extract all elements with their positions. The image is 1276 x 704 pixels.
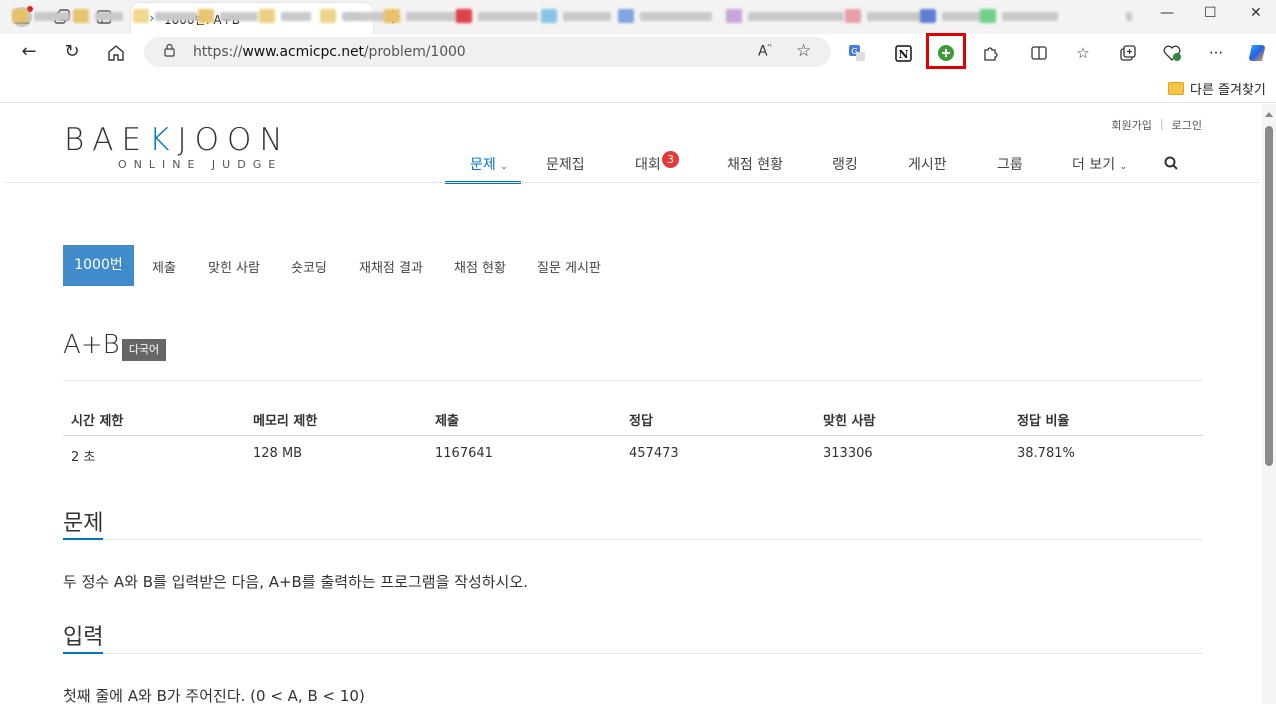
favorites-icon[interactable]: ☆: [1071, 41, 1095, 65]
bookmark-item[interactable]: [259, 9, 311, 23]
bookmark-item[interactable]: [920, 9, 982, 23]
bookmark-item[interactable]: [73, 9, 123, 23]
web-page: [5, 104, 1260, 704]
chevron-down-icon: ⌄: [1119, 162, 1128, 172]
section-accent: [63, 652, 103, 654]
page-scrollbar[interactable]: [1262, 104, 1276, 704]
more-menu-icon[interactable]: ···: [1204, 41, 1228, 65]
bookmark-item[interactable]: [541, 9, 611, 23]
folder-icon: [1168, 82, 1184, 95]
section-divider: [63, 539, 1203, 540]
nav-contests[interactable]: 대회: [635, 154, 661, 174]
table-header: 맞힌 사람: [823, 414, 876, 429]
account-links: 회원가입 | 로그인: [1111, 117, 1202, 133]
nav-board[interactable]: 게시판: [908, 154, 947, 174]
tab-problem-number[interactable]: 1000번: [63, 245, 134, 286]
url-text[interactable]: https://www.acmicpc.net/problem/1000: [193, 44, 466, 60]
table-header: 메모리 제한: [253, 414, 318, 429]
memory-limit-value: 128 MB: [253, 446, 303, 461]
table-header: 시간 제한: [71, 414, 124, 429]
bookmark-item[interactable]: [384, 9, 460, 23]
address-bar[interactable]: https://www.acmicpc.net/problem/1000 Aꞌꞌ…: [144, 37, 831, 67]
nav-status[interactable]: 채점 현황: [727, 154, 783, 174]
accepted-value: 457473: [629, 446, 679, 461]
favorite-star-icon[interactable]: ☆: [796, 41, 811, 61]
svg-text:N: N: [898, 48, 908, 61]
bookmark-item[interactable]: [198, 9, 258, 23]
nav-ranking[interactable]: 랭킹: [832, 154, 858, 174]
table-header-divider: [63, 435, 1203, 436]
tab-solved-users[interactable]: 맞힌 사람: [208, 257, 260, 276]
nav-workbooks[interactable]: 문제집: [546, 154, 585, 174]
input-section-title: 입력: [63, 625, 104, 650]
header-divider: [5, 182, 1260, 183]
nav-problems[interactable]: 문제 ⌄: [470, 154, 508, 174]
input-description: 첫째 줄에 A와 B가 주어진다. (0 < A, B < 10): [63, 687, 365, 704]
translate-extension-icon[interactable]: G: [845, 41, 869, 65]
other-bookmarks[interactable]: 다른 즐겨찾기: [1168, 79, 1266, 98]
scroll-thumb[interactable]: [1265, 126, 1273, 466]
bookmark-item[interactable]: [618, 9, 712, 23]
copilot-icon[interactable]: [1245, 41, 1269, 65]
bookmarks-bar: [0, 71, 1276, 103]
problem-description: 두 정수 A와 B를 입력받은 다음, A+B를 출력하는 프로그램을 작성하시…: [63, 573, 528, 591]
tab-rejudge[interactable]: 재채점 결과: [359, 257, 423, 276]
split-screen-icon[interactable]: [1027, 41, 1051, 65]
time-limit-value: 2 초: [71, 450, 96, 465]
nav-groups[interactable]: 그룹: [997, 154, 1023, 174]
contest-count-badge: 3: [662, 151, 679, 168]
problem-section-title: 문제: [63, 511, 104, 536]
site-logo[interactable]: BAEKJOON ONLINE JUDGE: [64, 122, 291, 171]
chevron-down-icon: ⌄: [500, 162, 508, 172]
scroll-up-icon[interactable]: [1265, 112, 1273, 117]
tab-submit[interactable]: 제출: [152, 257, 176, 276]
lock-icon: [164, 43, 175, 57]
bookmark-item[interactable]: [456, 9, 538, 23]
submissions-value: 1167641: [435, 446, 493, 461]
title-divider: [63, 380, 1203, 381]
extensions-puzzle-icon[interactable]: [979, 41, 1003, 65]
login-link[interactable]: 로그인: [1172, 117, 1202, 133]
bookmark-item[interactable]: [320, 9, 392, 23]
refresh-icon[interactable]: ↻: [59, 41, 85, 65]
collections-icon[interactable]: [1116, 41, 1140, 65]
search-icon[interactable]: [1164, 156, 1178, 175]
table-header: 정답: [629, 414, 653, 429]
read-aloud-icon[interactable]: Aꞌꞌ: [758, 43, 772, 60]
solved-users-value: 313306: [823, 446, 873, 461]
bookmark-item[interactable]: [1126, 9, 1132, 23]
nav-more[interactable]: 더 보기 ⌄: [1072, 154, 1127, 174]
back-icon[interactable]: ←: [16, 41, 42, 65]
browser-essentials-icon[interactable]: [1160, 41, 1184, 65]
window-close-icon[interactable]: ✕: [1250, 5, 1262, 21]
bookmark-item[interactable]: [980, 9, 1058, 23]
tab-status[interactable]: 채점 현황: [454, 257, 506, 276]
tab-short-coding[interactable]: 숏코딩: [291, 257, 327, 276]
section-divider: [63, 653, 1203, 654]
language-badge: 다국어: [122, 339, 166, 361]
bookmark-item[interactable]: [133, 9, 197, 23]
bookmark-item[interactable]: [845, 9, 927, 23]
home-icon[interactable]: [103, 41, 129, 65]
notion-extension-icon[interactable]: N: [891, 41, 915, 65]
table-header: 정답 비율: [1017, 414, 1070, 429]
minimize-icon[interactable]: —: [1160, 5, 1174, 21]
logo-subtitle: ONLINE JUDGE: [118, 158, 283, 171]
accept-ratio-value: 38.781%: [1017, 446, 1075, 461]
bookmark-item[interactable]: [726, 9, 844, 23]
maximize-icon[interactable]: ☐: [1204, 5, 1217, 21]
tab-qna[interactable]: 질문 게시판: [537, 257, 601, 276]
section-accent: [63, 538, 103, 540]
signup-link[interactable]: 회원가입: [1111, 117, 1151, 133]
table-header: 제출: [435, 414, 459, 429]
bookmark-item[interactable]: [12, 9, 70, 23]
problem-title: A+B: [63, 330, 120, 360]
highlight-box: [926, 33, 966, 69]
